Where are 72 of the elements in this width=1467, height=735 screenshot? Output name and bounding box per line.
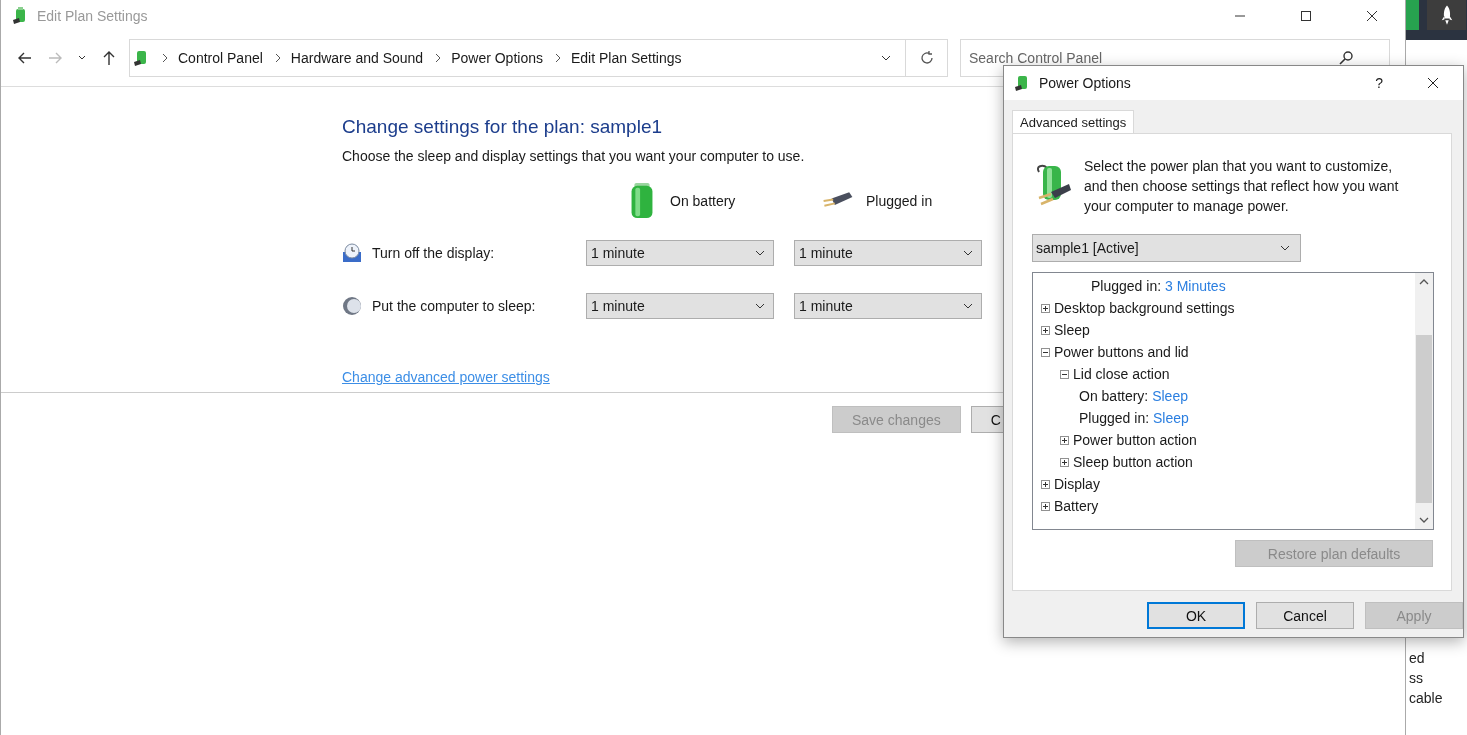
setting-value-row[interactable]: Plugged in: Sleep bbox=[1079, 410, 1189, 426]
tree-item[interactable]: Power button action bbox=[1073, 432, 1197, 448]
collapse-icon[interactable] bbox=[1060, 369, 1069, 379]
monitor-clock-icon bbox=[342, 243, 362, 263]
back-arrow-icon[interactable] bbox=[17, 50, 33, 66]
tree-item[interactable]: Sleep button action bbox=[1073, 454, 1193, 470]
dropdown[interactable]: 1 minute bbox=[794, 240, 982, 266]
plan-dropdown[interactable]: sample1 [Active] bbox=[1032, 234, 1301, 262]
advanced-settings-link[interactable]: Change advanced power settings bbox=[342, 369, 550, 385]
chevron-right-icon bbox=[434, 53, 443, 63]
chevron-down-icon[interactable] bbox=[881, 53, 891, 63]
tree-item[interactable]: Battery bbox=[1054, 498, 1099, 514]
column-label: Plugged in bbox=[866, 193, 933, 209]
chevron-down-icon bbox=[755, 301, 765, 311]
breadcrumb-item[interactable]: Power Options bbox=[451, 50, 543, 66]
maximize-icon[interactable] bbox=[1300, 10, 1312, 22]
ok-button[interactable]: OK bbox=[1147, 602, 1245, 629]
dropdown[interactable]: 1 minute bbox=[794, 293, 982, 319]
search-icon[interactable] bbox=[1338, 50, 1354, 66]
expand-icon[interactable] bbox=[1041, 303, 1050, 313]
breadcrumb-item[interactable]: Edit Plan Settings bbox=[570, 50, 682, 66]
dialog-title: Power Options bbox=[1039, 75, 1131, 91]
tree-item[interactable]: Display bbox=[1054, 476, 1100, 492]
refresh-button[interactable] bbox=[906, 39, 948, 77]
background-text: cable bbox=[1409, 690, 1444, 706]
expand-icon[interactable] bbox=[1060, 435, 1069, 445]
dropdown[interactable]: 1 minute bbox=[586, 240, 774, 266]
breadcrumb-item[interactable]: Hardware and Sound bbox=[290, 50, 424, 66]
background-text: ss bbox=[1409, 670, 1424, 686]
breadcrumb-item[interactable]: Control Panel bbox=[178, 50, 263, 66]
setting-value-row[interactable]: Plugged in: 3 Minutes bbox=[1091, 278, 1226, 294]
page-heading: Change settings for the plan: sample1 bbox=[342, 116, 663, 138]
scroll-down-icon[interactable] bbox=[1419, 515, 1429, 525]
instruction-text: Select the power plan that you want to customize, and then choose settings that reflect how you want your computer to manage power. bbox=[1084, 157, 1400, 216]
background-text: ed bbox=[1409, 650, 1426, 666]
rocket-button[interactable] bbox=[1427, 0, 1466, 30]
setting-label: Put the computer to sleep: bbox=[372, 298, 536, 314]
chevron-right-icon bbox=[273, 53, 282, 63]
close-icon[interactable] bbox=[1427, 77, 1439, 89]
chevron-down-icon bbox=[755, 248, 765, 258]
tree-item[interactable]: Lid close action bbox=[1073, 366, 1170, 382]
setting-value-row[interactable]: On battery: Sleep bbox=[1079, 388, 1188, 404]
close-icon[interactable] bbox=[1366, 10, 1378, 22]
address-bar[interactable]: Control Panel Hardware and Sound Power Options Edit Plan Settings bbox=[129, 39, 906, 77]
expand-icon[interactable] bbox=[1041, 501, 1050, 511]
tree-item[interactable]: Desktop background settings bbox=[1054, 300, 1235, 316]
expand-icon[interactable] bbox=[1041, 325, 1050, 335]
toolbar-tile[interactable] bbox=[1406, 0, 1419, 30]
scroll-up-icon[interactable] bbox=[1419, 277, 1429, 287]
chevron-down-icon bbox=[1280, 243, 1290, 253]
up-arrow-icon[interactable] bbox=[101, 50, 117, 66]
chevron-right-icon bbox=[161, 53, 169, 63]
page-subtitle: Choose the sleep and display settings that you want your computer to use. bbox=[342, 148, 806, 164]
dropdown[interactable]: 1 minute bbox=[586, 293, 774, 319]
expand-icon[interactable] bbox=[1060, 457, 1069, 467]
rocket-icon bbox=[1439, 4, 1454, 26]
expand-icon[interactable] bbox=[1041, 479, 1050, 489]
window-title: Edit Plan Settings bbox=[37, 8, 148, 24]
collapse-icon[interactable] bbox=[1041, 347, 1050, 357]
chevron-down-icon bbox=[963, 248, 973, 258]
column-label: On battery bbox=[670, 193, 736, 209]
tab[interactable]: Advanced settings bbox=[1012, 110, 1135, 133]
cancel-button[interactable]: Cancel bbox=[1256, 602, 1354, 629]
help-button[interactable]: ? bbox=[1375, 75, 1383, 91]
moon-icon bbox=[342, 296, 362, 316]
scrollbar[interactable] bbox=[1415, 273, 1433, 529]
refresh-icon bbox=[918, 50, 935, 66]
chevron-down-icon bbox=[963, 301, 973, 311]
tree-item[interactable]: Power buttons and lid bbox=[1054, 344, 1189, 360]
setting-label: Turn off the display: bbox=[372, 245, 495, 261]
chevron-right-icon bbox=[553, 53, 562, 63]
tree-item[interactable]: Sleep bbox=[1054, 322, 1090, 338]
